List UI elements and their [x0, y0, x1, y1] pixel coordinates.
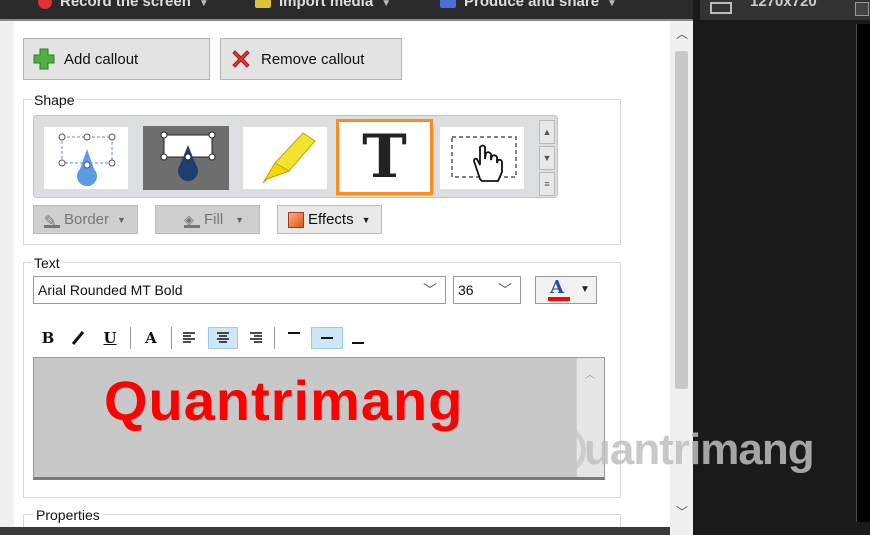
valign-middle-button[interactable]	[311, 327, 343, 349]
plus-icon	[32, 47, 56, 71]
toolbar-separator	[274, 327, 275, 349]
align-right-button[interactable]	[245, 327, 267, 349]
text-group-label: Text	[31, 255, 63, 271]
callout-shape-icon	[58, 133, 116, 187]
font-color-button[interactable]: A ▼	[535, 276, 597, 304]
preview-toolbar: 1270x720	[700, 0, 870, 20]
chevron-down-icon: ▼	[381, 0, 392, 9]
effects-button[interactable]: Effects ▼	[277, 205, 382, 234]
callout-text-content: Quantrimang	[104, 369, 464, 432]
valign-bottom-icon	[352, 342, 364, 344]
highlighter-icon	[262, 132, 316, 184]
chevron-down-icon: ▼	[235, 214, 245, 225]
border-icon: ✎	[44, 212, 60, 230]
valign-top-button[interactable]	[283, 327, 305, 349]
italic-button[interactable]	[68, 327, 88, 349]
scroll-up-icon[interactable]: ︿	[676, 25, 688, 42]
shape-tile-spotlight[interactable]	[439, 126, 525, 190]
produce-share-button[interactable]: Produce and share ▼	[440, 0, 617, 10]
shape-tile-text[interactable]: T	[336, 119, 433, 195]
scroll-down-icon[interactable]: ﹀	[676, 503, 688, 520]
gallery-expand[interactable]: ≡	[539, 172, 555, 196]
text-shape-icon: T	[362, 122, 407, 192]
add-callout-button[interactable]: Add callout	[23, 38, 210, 80]
callout-text-editor[interactable]: Quantrimang ︿	[33, 357, 605, 480]
remove-callout-button[interactable]: Remove callout	[220, 38, 402, 80]
app-window: Record the screen ▼ Import media ▼ Produce…	[0, 0, 870, 535]
remove-callout-label: Remove callout	[261, 50, 365, 68]
preview-control-icon[interactable]	[855, 2, 869, 16]
chevron-down-icon: ▼	[580, 284, 590, 295]
font-size-select[interactable]: 36 ﹀	[453, 276, 521, 304]
screen-size-icon	[710, 2, 732, 14]
editor-scrollbar[interactable]: ︿	[576, 358, 604, 477]
valign-bottom-button[interactable]	[347, 327, 369, 349]
panel-scrollbar[interactable]: ︿ ﹀	[670, 21, 693, 535]
hand-cursor-icon	[451, 136, 517, 182]
record-screen-button[interactable]: Record the screen ▼	[38, 0, 209, 10]
chevron-down-icon: ▼	[361, 214, 371, 225]
red-x-icon	[229, 47, 253, 71]
shape-tile-highlight[interactable]	[242, 126, 328, 190]
valign-middle-icon	[321, 337, 333, 339]
shape-tile-callout[interactable]	[43, 126, 129, 190]
font-effect-button[interactable]: A	[140, 327, 162, 349]
import-media-button[interactable]: Import media ▼	[255, 0, 391, 10]
chevron-down-icon: ▼	[607, 0, 617, 9]
fill-button[interactable]: ◈ Fill ▼	[155, 205, 260, 234]
italic-icon	[71, 331, 85, 345]
valign-top-icon	[288, 332, 300, 334]
preview-canvas	[856, 24, 870, 522]
add-callout-label: Add callout	[64, 50, 139, 68]
shape-group-label: Shape	[31, 92, 78, 108]
effects-icon	[288, 211, 304, 228]
bold-button[interactable]: B	[38, 327, 58, 349]
border-button[interactable]: ✎ Border ▼	[33, 205, 138, 234]
properties-group-label: Properties	[33, 507, 103, 523]
gallery-scroll-up[interactable]: ▲	[539, 120, 555, 144]
align-left-icon	[183, 332, 195, 343]
toolbar-separator	[130, 327, 131, 349]
align-center-button[interactable]	[208, 327, 238, 349]
chevron-down-icon: ▼	[198, 0, 209, 9]
produce-share-icon	[440, 0, 456, 9]
record-icon	[38, 0, 52, 10]
shape-gallery: T ▲ ▼ ≡	[33, 115, 558, 198]
callout-dark-shape-icon	[160, 131, 216, 181]
chevron-down-icon: ▼	[117, 214, 126, 225]
top-toolbar: Record the screen ▼ Import media ▼ Produce…	[0, 0, 700, 20]
fill-bucket-icon: ◈	[184, 212, 200, 228]
align-center-icon	[217, 332, 229, 343]
font-color-swatch	[548, 297, 570, 301]
shape-tile-callout-dark[interactable]	[143, 126, 229, 190]
preview-area	[693, 0, 870, 535]
import-media-icon	[255, 0, 271, 9]
align-left-button[interactable]	[178, 327, 200, 349]
gallery-scroll-down[interactable]: ▼	[539, 146, 555, 170]
chevron-down-icon: ﹀	[498, 282, 512, 298]
scroll-up-icon[interactable]: ︿	[585, 366, 595, 381]
bottom-strip	[0, 527, 693, 535]
chevron-down-icon: ﹀	[423, 282, 437, 298]
underline-button[interactable]: U	[100, 327, 120, 349]
dimension-label: 1270x720	[750, 0, 817, 10]
align-right-icon	[250, 332, 262, 343]
font-family-select[interactable]: Arial Rounded MT Bold ﹀	[33, 276, 446, 304]
scrollbar-thumb[interactable]	[675, 51, 688, 389]
toolbar-separator	[171, 327, 172, 349]
